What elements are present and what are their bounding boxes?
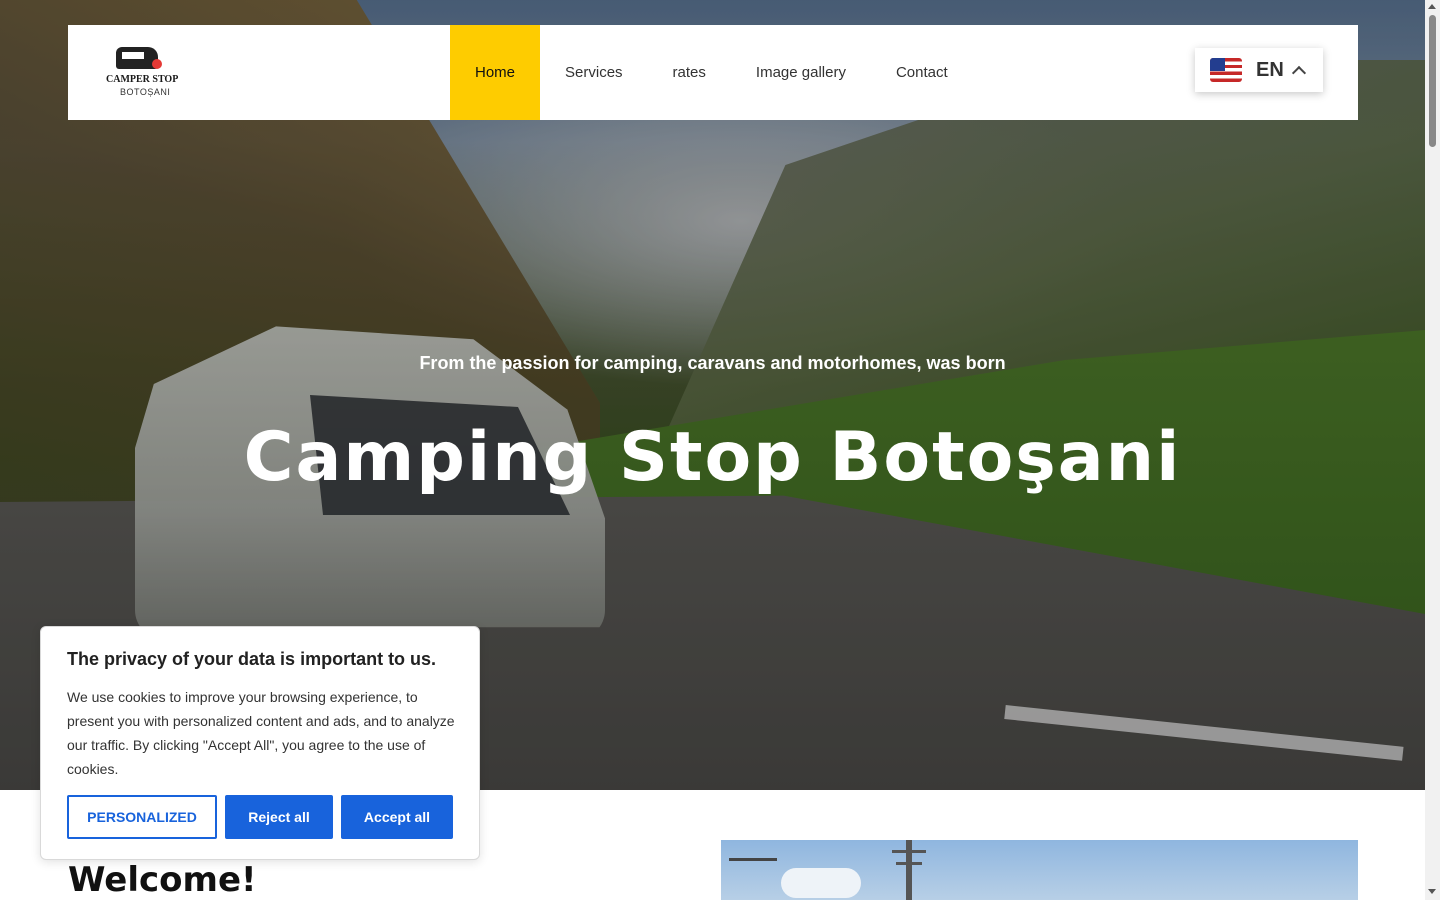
cookie-description: We use cookies to improve your browsing …	[67, 689, 455, 777]
main-menu: Home Services rates Image gallery Contac…	[450, 25, 973, 120]
cookie-title: The privacy of your data is important to…	[67, 649, 437, 669]
welcome-photo	[721, 840, 1358, 900]
scroll-down-arrow-icon[interactable]	[1428, 889, 1436, 894]
language-selector[interactable]: EN	[1195, 48, 1323, 92]
chevron-up-icon	[1291, 65, 1306, 80]
scrollbar-thumb[interactable]	[1429, 15, 1436, 147]
nav-item-image-gallery[interactable]: Image gallery	[731, 25, 871, 120]
nav-item-services[interactable]: Services	[540, 25, 648, 120]
us-flag-icon	[1210, 58, 1242, 82]
personalized-button[interactable]: PERSONALIZED	[67, 795, 217, 839]
language-code: EN	[1256, 58, 1284, 81]
power-tower-icon	[892, 840, 926, 900]
accept-all-button[interactable]: Accept all	[341, 795, 453, 839]
logo-text: CAMPER STOP	[106, 74, 179, 85]
photo-cloud	[781, 868, 861, 898]
welcome-heading: Welcome!	[68, 860, 257, 900]
hero-title: Camping Stop Botoşani	[243, 418, 1182, 497]
nav-item-contact[interactable]: Contact	[871, 25, 973, 120]
hero-subtitle: From the passion for camping, caravans a…	[419, 353, 1006, 373]
page-scrollbar[interactable]	[1425, 0, 1440, 900]
map-pin-icon	[152, 59, 162, 69]
cookie-consent-banner: The privacy of your data is important to…	[40, 626, 480, 860]
reject-all-button[interactable]: Reject all	[225, 795, 333, 839]
nav-item-home[interactable]: Home	[450, 25, 541, 120]
us-flag-canton	[1210, 58, 1225, 71]
logo-subtext: BOTOȘANI	[120, 87, 171, 97]
scroll-up-arrow-icon[interactable]	[1428, 4, 1436, 9]
site-logo[interactable]: CAMPER STOP BOTOȘANI	[106, 47, 179, 99]
nav-item-rates[interactable]: rates	[648, 25, 731, 120]
top-navbar: CAMPER STOP BOTOȘANI Home Services rates…	[68, 25, 1358, 120]
street-lamp-icon	[729, 858, 777, 861]
